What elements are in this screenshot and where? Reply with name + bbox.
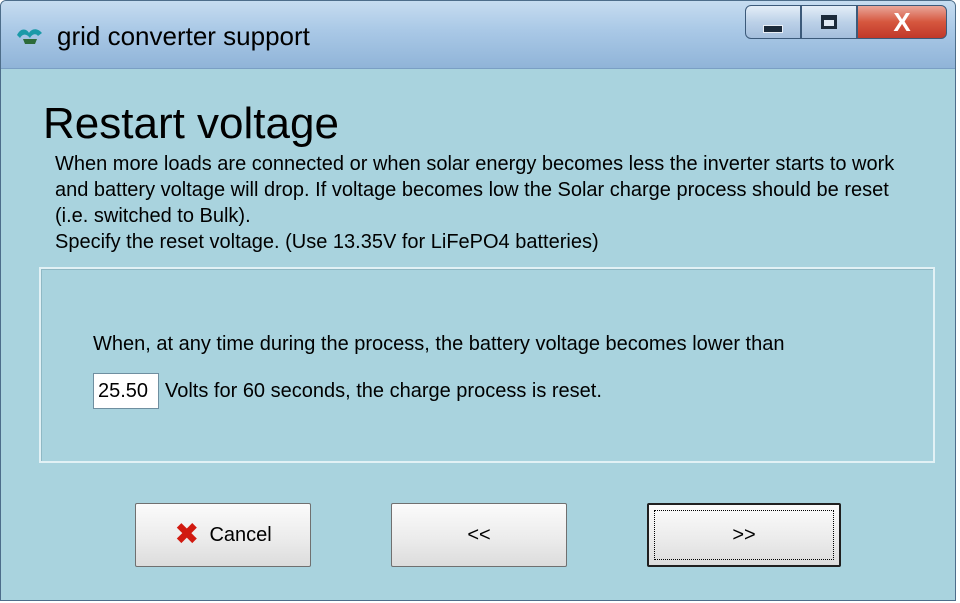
window-controls: X [745,5,947,41]
minimize-icon [763,25,783,33]
red-x-icon: ✖ [174,518,200,551]
page-title: Restart voltage [43,99,339,148]
next-button[interactable]: >> [647,503,841,567]
cancel-button-label: Cancel [209,523,272,546]
back-button-label: << [467,523,491,546]
focus-rectangle [654,510,834,560]
app-icon [15,25,45,47]
description-paragraph: When more loads are connected or when so… [55,153,895,227]
condition-row: Volts for 60 seconds, the charge process… [93,373,602,409]
app-window: grid converter support X Restart voltage… [0,0,956,601]
close-button[interactable]: X [857,5,947,39]
maximize-button[interactable] [801,5,857,39]
window-title: grid converter support [57,21,310,51]
minimize-button[interactable] [745,5,801,39]
page-description: When more loads are connected or when so… [55,151,925,255]
condition-text: When, at any time during the process, th… [93,333,785,355]
reset-voltage-input[interactable] [93,373,159,409]
settings-panel: When, at any time during the process, th… [39,267,935,463]
wizard-content: Restart voltage When more loads are conn… [17,69,939,592]
maximize-icon [821,15,837,29]
close-icon: X [893,6,911,37]
description-hint: Specify the reset voltage. (Use 13.35V f… [55,231,599,253]
title-bar[interactable]: grid converter support X [1,1,955,69]
cancel-button[interactable]: ✖ Cancel [135,503,311,567]
back-button[interactable]: << [391,503,567,567]
condition-suffix-text: Volts for 60 seconds, the charge process… [165,379,602,402]
